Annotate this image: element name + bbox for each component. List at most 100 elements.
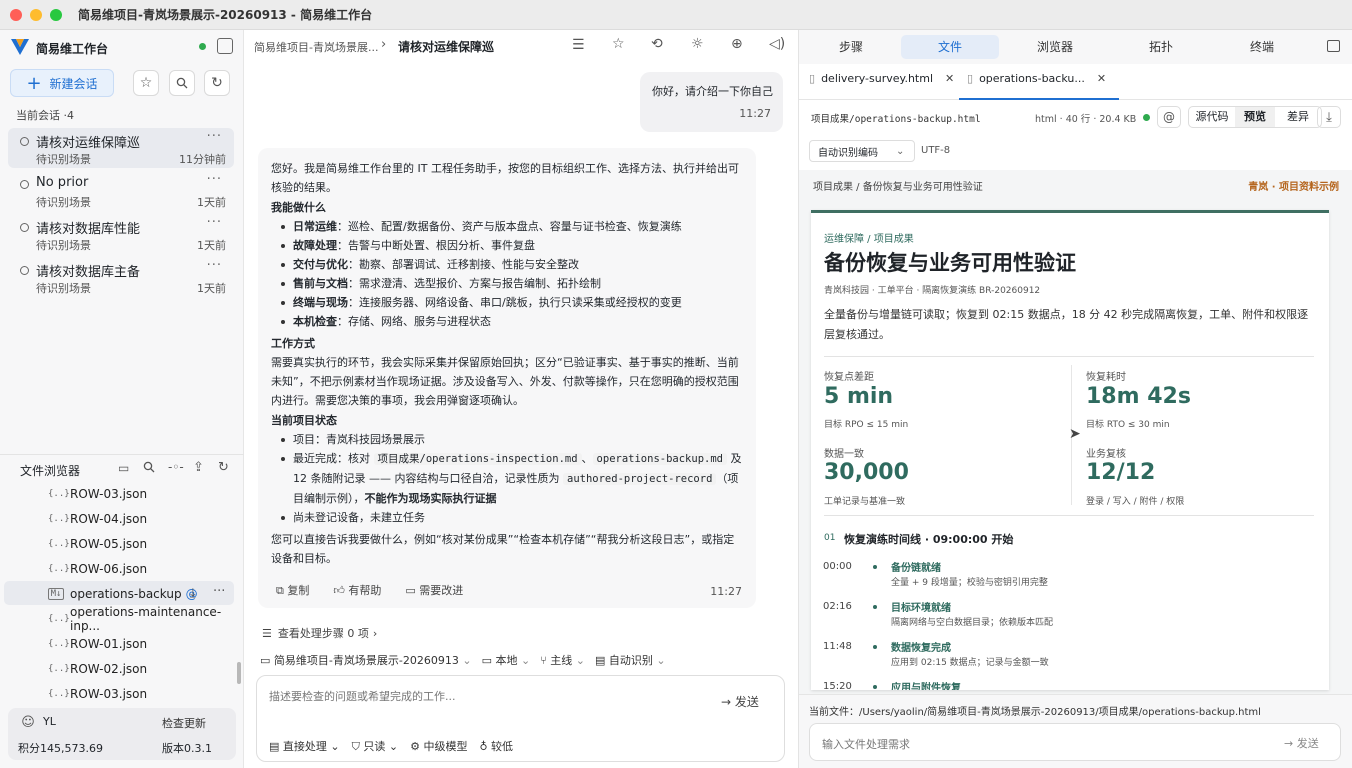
session-subtitle: 待识别场景 — [36, 239, 91, 252]
file-tabs: ▯ delivery-survey.html ✕ ▯ operations-backu… — [799, 64, 1352, 100]
folder-icon[interactable]: ▭ — [118, 461, 129, 475]
doc-summary: 全量备份与增量链可读取；恢复到 02:15 数据点，18 分 42 秒完成隔离恢… — [824, 308, 1309, 341]
chevron-right-icon: › — [381, 37, 387, 52]
file-name: operations-maintenance-inp... — [70, 605, 222, 633]
branch-selector[interactable]: ⑂ 主线 ⌄ — [540, 652, 585, 668]
thumbs-up-icon: 👍︎ — [333, 584, 345, 597]
session-item[interactable]: 请核对数据库性能 ··· 待识别场景 1天前 — [8, 214, 234, 254]
chat-input[interactable]: 描述要检查的问题或希望完成的工作... — [269, 688, 456, 704]
send-button[interactable]: → 发送 — [721, 693, 759, 710]
helpful-button[interactable]: 👍︎ 有帮助 — [333, 581, 381, 600]
globe-icon[interactable]: ⊕ — [731, 36, 743, 52]
panel-tabs: 步骤 文件 浏览器 拓扑 终端 — [799, 30, 1352, 64]
view-diff-button[interactable]: 差异 — [1275, 107, 1321, 127]
zoom-window-button[interactable] — [50, 8, 62, 21]
file-row[interactable]: {..} ROW-03.json — [48, 684, 147, 704]
sidebar-toggle-icon[interactable] — [217, 38, 233, 54]
download-icon[interactable]: ⤓ — [1317, 106, 1341, 128]
search-icon[interactable] — [169, 70, 195, 96]
panel-toggle-icon[interactable] — [1327, 40, 1340, 52]
refresh-icon[interactable]: ↻ — [204, 70, 230, 96]
session-item[interactable]: No prior ··· 待识别场景 1天前 — [8, 171, 234, 211]
breadcrumb-project[interactable]: 简易维项目-青岚场景展... — [254, 39, 378, 55]
close-icon[interactable]: ✕ — [1097, 72, 1106, 85]
collapse-icon[interactable]: -◦- — [168, 460, 184, 474]
encoding-select[interactable]: 自动识别编码 ⌄ — [809, 140, 915, 162]
close-icon[interactable]: ✕ — [945, 72, 954, 85]
improve-button[interactable]: ▭ 需要改进 — [405, 581, 463, 600]
file-name: ROW-06.json — [70, 562, 148, 576]
session-time: 1天前 — [197, 196, 226, 209]
file-icon: ▯ — [967, 72, 974, 85]
file-tab[interactable]: ▯ delivery-survey.html ✕ — [809, 72, 954, 85]
copy-label: 复制 — [287, 584, 310, 597]
copy-button[interactable]: ⧉ 复制 — [276, 581, 309, 600]
mention-icon[interactable]: @ — [1157, 106, 1181, 128]
inline-code: 项目成果/operations-inspection.md — [373, 453, 582, 465]
item-value: ：连接服务器、网络设备、串口/跳板，执行只读采集或经授权的变更 — [348, 296, 682, 309]
file-name: ROW-03.json — [70, 487, 148, 501]
permission-label: 只读 — [363, 740, 386, 753]
effort-selector[interactable]: ♁ 较低 — [479, 738, 513, 754]
more-icon[interactable]: ··· — [207, 258, 222, 273]
preview-area: 项目成果 / 备份恢复与业务可用性验证 青岚 · 项目资料示例 运维保障 / 项… — [799, 170, 1352, 726]
file-row[interactable]: {..} ROW-02.json — [48, 659, 147, 679]
download-icon[interactable]: ⤓ — [190, 586, 196, 601]
more-icon[interactable]: ··· — [207, 172, 222, 187]
upload-icon[interactable]: ⇪ — [193, 460, 204, 475]
search-icon[interactable] — [143, 461, 155, 473]
json-file-icon: {..} — [48, 489, 70, 499]
file-tab-active[interactable]: ▯ operations-backu... ✕ — [959, 64, 1119, 100]
sun-icon[interactable]: ☼ — [691, 36, 704, 52]
tab-browser[interactable]: 浏览器 — [1005, 35, 1105, 59]
star-icon[interactable]: ☆ — [133, 70, 159, 96]
model-selector[interactable]: ⚙ 中级模型 — [410, 738, 467, 754]
file-row[interactable]: {..} ROW-03.json — [48, 484, 147, 504]
section-heading: 当前项目状态 — [271, 414, 337, 427]
location-selector[interactable]: ▭ 本地 ⌄ — [482, 652, 531, 668]
view-source-button[interactable]: 源代码 — [1189, 107, 1235, 127]
timeline-detail: 应用到 02:15 数据点；记录与金额一致 — [891, 658, 1049, 668]
more-icon[interactable]: ··· — [213, 584, 225, 599]
tab-files[interactable]: 文件 — [901, 35, 999, 59]
file-row[interactable]: M↓ operations-backup @ — [48, 584, 198, 604]
permission-selector[interactable]: ⛉ 只读 ⌄ — [352, 738, 398, 754]
refresh-icon[interactable]: ↻ — [218, 460, 229, 475]
file-row[interactable]: {..} ROW-04.json — [48, 509, 147, 529]
file-row[interactable]: {..} ROW-01.json — [48, 634, 147, 654]
close-window-button[interactable] — [10, 8, 22, 21]
file-name: ROW-04.json — [70, 512, 148, 526]
session-item[interactable]: 请核对运维保障巡 ··· 待识别场景 11分钟前 — [8, 128, 234, 168]
view-steps-button[interactable]: ☰ 查看处理步骤 0 项 › — [262, 625, 377, 641]
window-title: 简易维项目-青岚场景展示-20260913 - 简易维工作台 — [78, 8, 373, 22]
view-preview-button[interactable]: 预览 — [1235, 107, 1275, 127]
more-icon[interactable]: ··· — [207, 215, 222, 230]
tab-terminal[interactable]: 终端 — [1212, 35, 1312, 59]
history-icon[interactable]: ⟲ — [651, 36, 663, 52]
tab-steps[interactable]: 步骤 — [801, 35, 901, 59]
title-bar: 简易维项目-青岚场景展示-20260913 - 简易维工作台 — [0, 0, 1352, 30]
star-icon[interactable]: ☆ — [612, 36, 625, 52]
more-icon[interactable]: ··· — [207, 129, 222, 144]
process-mode-selector[interactable]: ▤ 直接处理 ⌄ — [269, 738, 340, 754]
inline-code: operations-backup.md — [592, 453, 727, 465]
tab-topology[interactable]: 拓扑 — [1111, 35, 1211, 59]
mode-selector[interactable]: ▤ 自动识别 ⌄ — [595, 652, 666, 668]
timeline-time: 15:20 — [823, 681, 852, 690]
check-update-link[interactable]: 检查更新 — [162, 715, 206, 731]
file-row[interactable]: {..} ROW-05.json — [48, 534, 147, 554]
file-row[interactable]: {..} ROW-06.json — [48, 559, 147, 579]
new-chat-button[interactable]: + 新建会话 — [10, 69, 114, 97]
minimize-window-button[interactable] — [30, 8, 42, 21]
user-points: 积分145,573.69 — [18, 742, 103, 755]
session-item[interactable]: 请核对数据库主备 ··· 待识别场景 1天前 — [8, 257, 234, 297]
file-send-button[interactable]: → 发送 — [1284, 735, 1319, 751]
file-input[interactable]: 输入文件处理需求 — [822, 736, 910, 752]
file-path: 项目成果/operations-backup.html — [811, 114, 981, 125]
scrollbar[interactable] — [237, 662, 241, 684]
avatar-icon: ☺ — [21, 714, 35, 730]
speaker-icon[interactable]: ◁) — [769, 36, 785, 52]
list-icon[interactable]: ☰ — [572, 37, 585, 53]
file-row[interactable]: {..} operations-maintenance-inp... — [48, 605, 243, 633]
project-selector[interactable]: ▭ 简易维项目-青岚场景展示-20260913 ⌄ — [260, 652, 472, 668]
